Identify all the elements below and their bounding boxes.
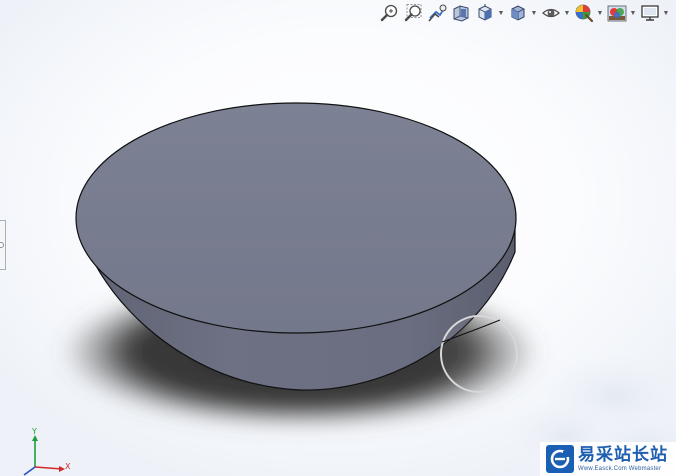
magnifier-circle <box>440 315 518 393</box>
reference-triad: Y X <box>18 424 76 476</box>
watermark-logo-icon <box>546 445 574 473</box>
hide-show-items-button[interactable] <box>540 2 562 24</box>
view-orientation-icon <box>478 4 492 21</box>
display-style-dropdown-arrow[interactable]: ▼ <box>530 10 538 17</box>
triad-x-label: X <box>65 462 71 471</box>
apply-scene-button[interactable] <box>606 2 628 24</box>
watermark-url: Www.Easck.Com Webmaster <box>578 465 662 472</box>
bowl-top-face[interactable] <box>75 102 517 334</box>
display-style-icon <box>511 5 525 21</box>
heads-up-view-toolbar: ▼ ▼ ▼ ▼ ▼ ▼ <box>374 0 676 26</box>
zoom-to-area-icon <box>404 4 422 22</box>
zoom-to-fit-button[interactable] <box>378 2 400 24</box>
apply-scene-dropdown-arrow[interactable]: ▼ <box>629 10 637 17</box>
section-view-button[interactable] <box>450 2 472 24</box>
site-watermark: 易采站长站 Www.Easck.Com Webmaster <box>540 442 676 476</box>
edit-appearance-button[interactable] <box>573 2 595 24</box>
triad-y-label: Y <box>32 427 37 436</box>
previous-view-button[interactable] <box>426 2 448 24</box>
feature-manager-toggle-tab[interactable] <box>0 220 6 270</box>
view-settings-dropdown-arrow[interactable]: ▼ <box>662 10 670 17</box>
tab-handle-icon <box>0 242 4 248</box>
zoom-to-area-button[interactable] <box>402 2 424 24</box>
monitor-icon <box>641 5 659 21</box>
view-orientation-dropdown-arrow[interactable]: ▼ <box>497 10 505 17</box>
graphics-area[interactable]: ▼ ▼ ▼ ▼ ▼ ▼ Y X 易采站长站 Www.Easck.Com Webm… <box>0 0 676 476</box>
zoom-to-fit-icon <box>380 4 398 22</box>
triad-x-axis <box>34 466 63 470</box>
triad-z-axis <box>23 466 36 476</box>
model-view[interactable] <box>0 0 676 476</box>
edit-appearance-icon <box>575 4 594 23</box>
apply-scene-icon <box>607 5 627 22</box>
view-settings-button[interactable] <box>639 2 661 24</box>
hide-show-icon <box>542 8 560 18</box>
edit-appearance-dropdown-arrow[interactable]: ▼ <box>596 10 604 17</box>
section-view-icon <box>453 5 469 22</box>
watermark-title: 易采站长站 <box>578 444 668 465</box>
view-orientation-button[interactable] <box>474 2 496 24</box>
hide-show-dropdown-arrow[interactable]: ▼ <box>563 10 571 17</box>
display-style-button[interactable] <box>507 2 529 24</box>
previous-view-icon <box>428 4 447 22</box>
